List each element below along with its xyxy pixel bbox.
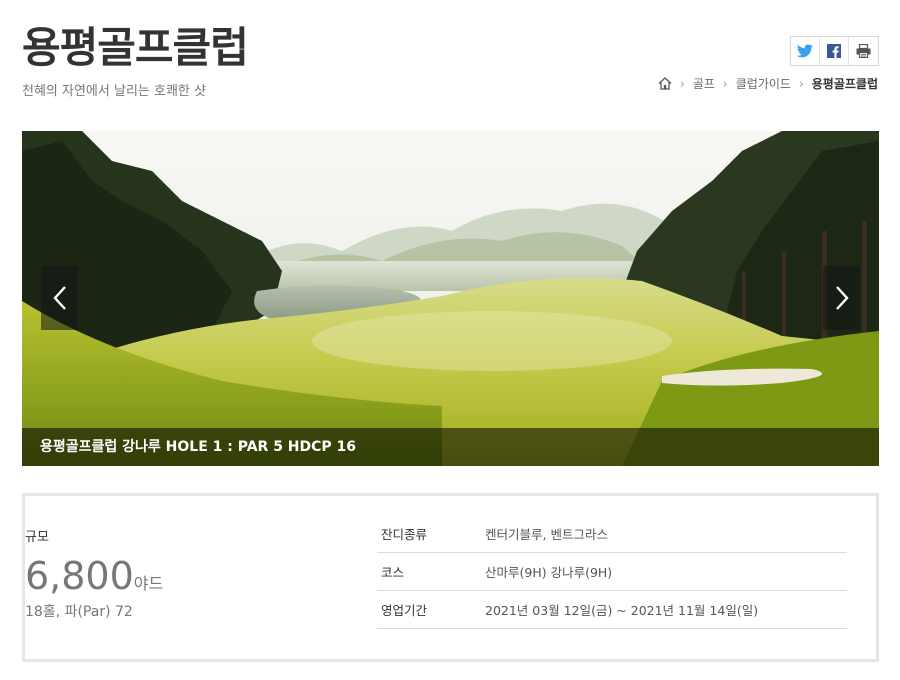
print-icon	[856, 44, 871, 58]
golf-course-photo	[22, 131, 879, 466]
breadcrumb-item-current: 용평골프클럽	[811, 77, 878, 91]
breadcrumb: › 골프 › 클럽가이드 › 용평골프클럽	[658, 75, 878, 92]
spec-value: 산마루(9H) 강나루(9H)	[485, 565, 613, 580]
twitter-icon	[797, 44, 813, 58]
course-info-box: 규모 6,800야드 18홀, 파(Par) 72 잔디종류 켄터기블루, 벤트…	[22, 493, 879, 662]
spec-row-season: 영업기간 2021년 03월 12일(금) ~ 2021년 11월 14일(일)	[377, 591, 847, 629]
page-title: 용평골프클럽	[22, 23, 249, 72]
chevron-left-icon	[52, 286, 66, 310]
spec-row-course: 코스 산마루(9H) 강나루(9H)	[377, 553, 847, 591]
spec-label: 잔디종류	[381, 527, 428, 542]
size-number: 6,800	[25, 554, 134, 598]
size-unit: 야드	[133, 574, 164, 593]
slide-caption: 용평골프클럽 강나루 HOLE 1 : PAR 5 HDCP 16	[40, 439, 357, 455]
chevron-right-icon	[835, 286, 849, 310]
spec-table: 잔디종류 켄터기블루, 벤트그라스 코스 산마루(9H) 강나루(9H) 영업기…	[377, 515, 847, 629]
spec-row-grass: 잔디종류 켄터기블루, 벤트그라스	[377, 515, 847, 553]
slider-prev-button[interactable]	[41, 266, 78, 330]
home-icon[interactable]	[658, 77, 672, 90]
breadcrumb-item-club-guide[interactable]: 클럽가이드	[736, 75, 791, 92]
slider-next-button[interactable]	[823, 266, 860, 330]
spec-value: 켄터기블루, 벤트그라스	[485, 527, 608, 542]
size-value: 6,800야드	[25, 554, 375, 598]
page-subtitle: 천혜의 자연에서 날리는 호쾌한 샷	[22, 84, 206, 99]
breadcrumb-item-golf[interactable]: 골프	[693, 75, 715, 92]
chevron-right-icon: ›	[680, 76, 685, 91]
spec-value: 2021년 03월 12일(금) ~ 2021년 11월 14일(일)	[485, 603, 759, 618]
size-detail: 18홀, 파(Par) 72	[25, 604, 133, 620]
twitter-share-button[interactable]	[791, 37, 820, 65]
size-label: 규모	[25, 530, 49, 545]
spec-label: 영업기간	[381, 603, 428, 618]
share-buttons	[790, 36, 879, 66]
print-button[interactable]	[849, 37, 878, 65]
facebook-icon	[827, 44, 841, 58]
chevron-right-icon: ›	[798, 76, 804, 91]
photo-slider: 용평골프클럽 강나루 HOLE 1 : PAR 5 HDCP 16	[22, 131, 879, 466]
chevron-right-icon: ›	[722, 76, 728, 91]
spec-label: 코스	[381, 565, 405, 580]
facebook-share-button[interactable]	[820, 37, 849, 65]
